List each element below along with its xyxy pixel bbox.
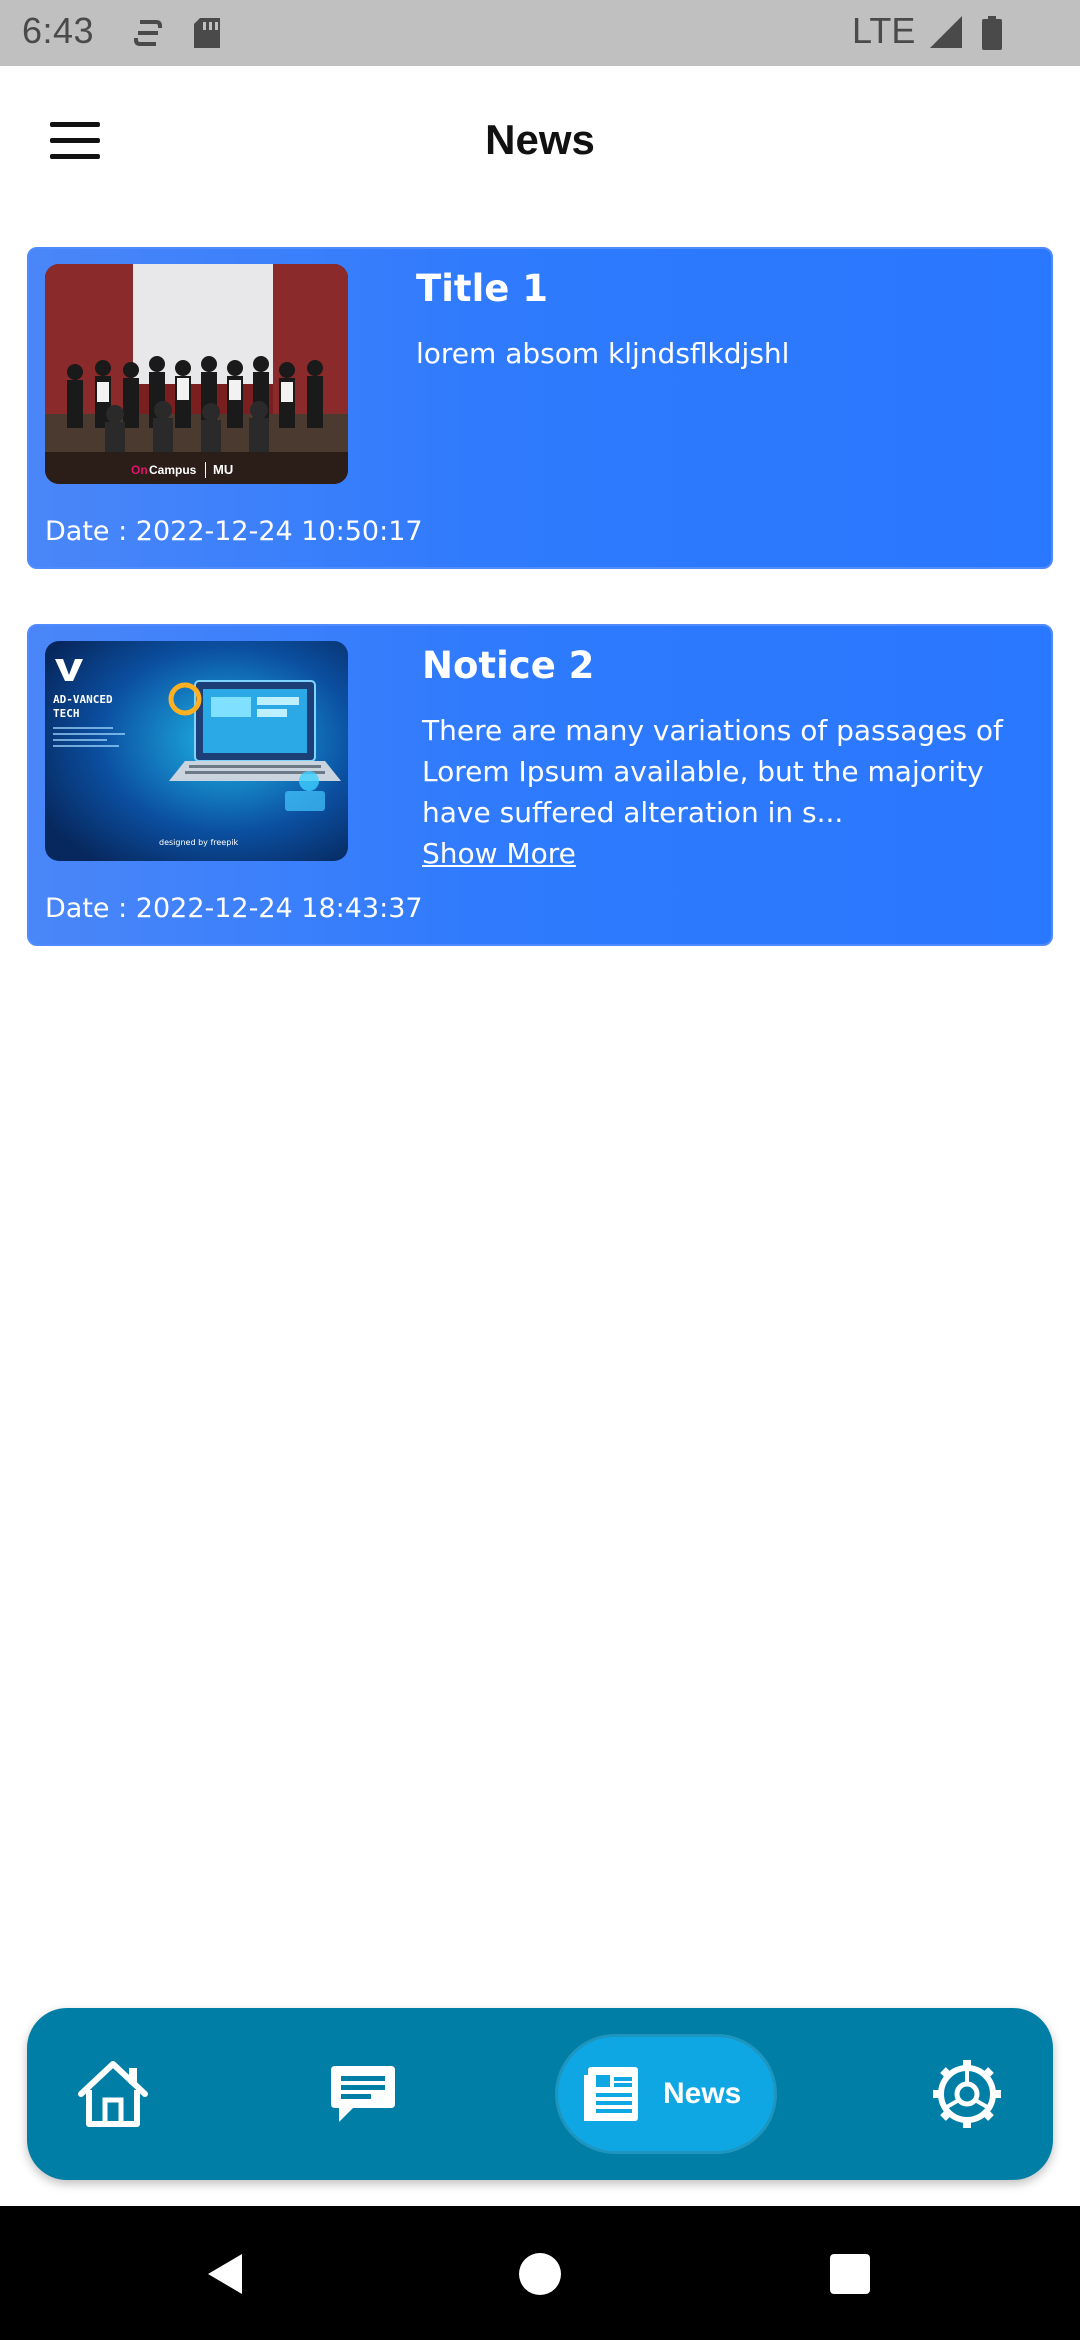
sync-icon — [134, 20, 162, 46]
signal-icon — [930, 16, 962, 48]
nav-item-news-label: News — [663, 2077, 742, 2110]
news-body-text: There are many variations of passages of… — [422, 714, 1003, 829]
show-more-link[interactable]: Show More — [422, 833, 1032, 874]
news-date: Date : 2022-12-24 10:50:17 — [45, 516, 423, 547]
status-time: 6:43 — [22, 10, 95, 51]
back-icon[interactable] — [204, 2252, 248, 2296]
news-body: lorem absom kljndsflkdjshl — [416, 337, 790, 370]
news-icon — [584, 2067, 638, 2121]
chat-icon[interactable] — [323, 2054, 403, 2134]
svg-text:TECH: TECH — [53, 707, 80, 720]
svg-text:AD-VANCED: AD-VANCED — [53, 693, 113, 706]
status-bar: 6:43 LTE — [0, 0, 1080, 66]
home-button-icon[interactable] — [518, 2252, 562, 2296]
news-card[interactable]: On Campus MU Title 1 lorem absom kljndsf… — [27, 247, 1053, 569]
home-icon[interactable] — [73, 2054, 153, 2134]
news-screen: 6:43 LTE News On Campus MU Title 1 lorem… — [0, 0, 1080, 2340]
news-title: Title 1 — [416, 267, 549, 310]
app-bar: News — [0, 66, 1080, 216]
battery-icon — [982, 16, 1002, 50]
settings-icon[interactable] — [927, 2054, 1007, 2134]
svg-text:designed by freepik: designed by freepik — [159, 838, 239, 847]
svg-text:MU: MU — [213, 462, 233, 477]
news-card[interactable]: AD-VANCED TECH designed by freepik Notic… — [27, 624, 1053, 946]
nav-item-news[interactable]: News — [555, 2034, 777, 2154]
bottom-navigation-bar: News — [27, 2008, 1053, 2180]
news-thumbnail-image: On Campus MU — [45, 264, 348, 484]
svg-text:On: On — [131, 463, 148, 477]
page-title: News — [485, 116, 595, 163]
recents-icon[interactable] — [828, 2252, 872, 2296]
network-type: LTE — [852, 10, 916, 51]
news-title: Notice 2 — [422, 644, 595, 687]
news-body: There are many variations of passages of… — [422, 710, 1032, 874]
news-thumbnail-image: AD-VANCED TECH designed by freepik — [45, 641, 348, 861]
news-date: Date : 2022-12-24 18:43:37 — [45, 893, 423, 924]
sd-card-icon — [194, 18, 220, 48]
svg-text:Campus: Campus — [149, 463, 197, 477]
system-navigation-bar — [0, 2206, 1080, 2340]
